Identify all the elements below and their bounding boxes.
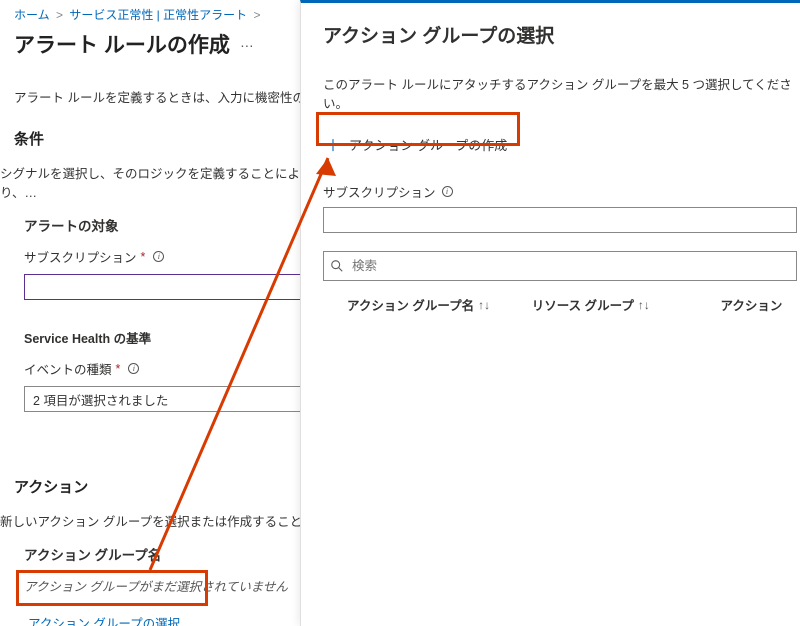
select-action-group-panel: アクション グループの選択 このアラート ルールにアタッチするアクション グルー… xyxy=(300,0,800,626)
panel-subscription-dropdown[interactable] xyxy=(323,207,797,233)
action-group-name-heading: アクション グループ名 xyxy=(24,544,330,564)
search-field[interactable] xyxy=(323,251,797,281)
panel-subscription-label: サブスクリプション xyxy=(323,182,436,201)
page-title: アラート ルールの作成 xyxy=(14,29,230,59)
info-icon[interactable]: i xyxy=(442,186,453,197)
chevron-right-icon: > xyxy=(250,8,263,22)
search-input[interactable] xyxy=(350,258,790,274)
subscription-label: サブスクリプション xyxy=(24,247,137,266)
column-actions[interactable]: アクション xyxy=(721,295,800,314)
conditions-subtext: シグナルを選択し、そのロジックを定義することにより、… xyxy=(0,163,330,201)
section-actions-heading: アクション xyxy=(14,476,330,497)
section-conditions-heading: 条件 xyxy=(14,128,330,149)
chevron-right-icon: > xyxy=(53,8,66,22)
event-type-dropdown[interactable]: 2 項目が選択されました xyxy=(24,386,340,412)
column-action-group-name[interactable]: アクション グループ名 ↑↓ xyxy=(323,295,532,314)
panel-description: このアラート ルールにアタッチするアクション グループを最大 5 つ選択してくだ… xyxy=(323,74,800,112)
event-type-label: イベントの種類 xyxy=(24,359,112,378)
column-resource-group[interactable]: リソース グループ ↑↓ xyxy=(532,295,721,314)
select-action-group-link[interactable]: アクション グループの選択 xyxy=(24,607,184,626)
actions-subtext: 新しいアクション グループを選択または作成することに… xyxy=(0,511,330,530)
info-icon[interactable]: i xyxy=(153,251,164,262)
breadcrumb-service-health-link[interactable]: サービス正常性 | 正常性アラート xyxy=(69,8,247,22)
action-group-table-header: アクション グループ名 ↑↓ リソース グループ ↑↓ アクション xyxy=(323,295,800,314)
sort-icon: ↑↓ xyxy=(638,298,650,312)
alert-target-heading: アラートの対象 xyxy=(24,215,330,235)
breadcrumb: ホーム > サービス正常性 | 正常性アラート > xyxy=(14,6,330,23)
no-action-group-note: アクション グループがまだ選択されていません xyxy=(24,576,330,595)
info-icon[interactable]: i xyxy=(128,363,139,374)
sort-icon: ↑↓ xyxy=(478,298,490,312)
subscription-dropdown[interactable] xyxy=(24,274,340,300)
plus-icon: ＋ xyxy=(325,132,341,156)
required-asterisk: * xyxy=(137,250,150,264)
create-action-group-button[interactable]: ＋ アクション グループの作成 xyxy=(323,128,515,160)
breadcrumb-home-link[interactable]: ホーム xyxy=(14,8,50,22)
service-health-criteria-heading: Service Health の基準 xyxy=(24,328,320,347)
search-icon xyxy=(330,259,344,273)
create-alert-rule-pane: ホーム > サービス正常性 | 正常性アラート > アラート ルールの作成 … … xyxy=(0,0,330,626)
more-actions-button[interactable]: … xyxy=(240,34,256,54)
create-action-group-label: アクション グループの作成 xyxy=(349,135,507,154)
intro-text: アラート ルールを定義するときは、入力に機密性の高… xyxy=(14,87,330,106)
required-asterisk: * xyxy=(112,362,125,376)
panel-title: アクション グループの選択 xyxy=(323,21,800,48)
